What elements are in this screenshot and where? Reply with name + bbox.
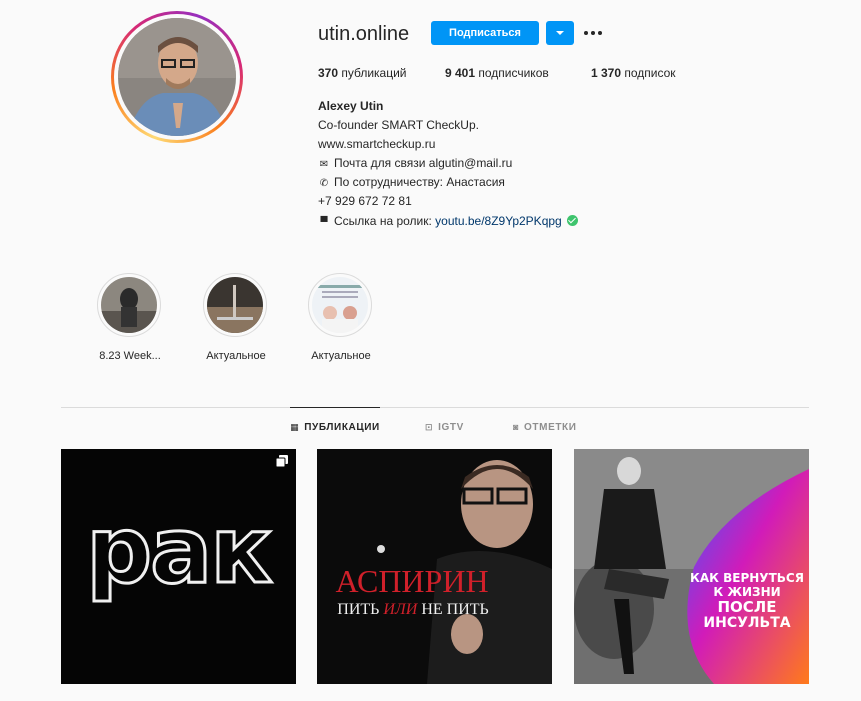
post-caption: КАК ВЕРНУТЬСЯ К ЖИЗНИ ПОСЛЕ ИНСУЛЬТА [690,571,804,631]
bio-name: Alexey Utin [318,99,384,113]
avatar-photo [118,18,236,136]
carousel-icon [276,455,288,467]
highlight-label: Актуальное [311,350,371,362]
check-icon [567,215,579,226]
bio-website: www.smartcheckup.ru [318,137,436,151]
highlight-item[interactable]: 8.23 Week... [97,273,163,362]
post-thumbnail[interactable]: КАК ВЕРНУТЬСЯ К ЖИЗНИ ПОСЛЕ ИНСУЛЬТА [574,449,809,684]
highlight-cover [312,277,368,333]
bio-phone: +7 929 672 72 81 [318,194,412,208]
tv-icon: ▀ [320,217,328,228]
igtv-icon: ⊡ [425,421,434,432]
envelope-icon: ✉ [319,159,329,170]
followers-count: 9 401 [445,66,476,80]
bio-video-line: ▀ Ссылка на ролик: youtu.be/8Z9Yp2PKqpg [318,214,579,228]
tab-posts[interactable]: ▦ ПУБЛИКАЦИИ [290,407,380,447]
more-dots-icon [584,31,588,35]
following-count: 1 370 [591,66,622,80]
posts-label: публикаций [341,66,407,80]
following-label: подписок [624,66,676,80]
suggested-dropdown-button[interactable] [546,21,574,45]
posts-stat: 370 публикаций [318,66,407,80]
chevron-down-icon [556,31,564,35]
profile-avatar-ring[interactable] [111,11,243,143]
post-caption: рак [85,496,274,606]
post-thumbnail[interactable]: рак [61,449,296,684]
following-stat[interactable]: 1 370 подписок [591,66,676,80]
bio-email-line: ✉ Почта для связи algutin@mail.ru [319,156,513,170]
follow-button[interactable]: Подписаться [431,21,539,45]
post-photo [574,449,809,684]
tab-tagged[interactable]: ◙ ОТМЕТКИ [513,407,577,447]
bio-external-link[interactable]: youtu.be/8Z9Yp2PKqpg [435,214,562,228]
phone-icon: ✆ [319,178,329,189]
highlight-item[interactable]: Актуальное [203,273,269,362]
post-thumbnail[interactable]: АСПИРИН ПИТЬ ИЛИ НЕ ПИТЬ [317,449,552,684]
highlight-item[interactable]: Актуальное [308,273,374,362]
tag-icon: ◙ [513,422,520,432]
posts-count: 370 [318,66,339,80]
followers-label: подписчиков [478,66,549,80]
post-title: АСПИРИН [335,563,489,599]
grid-icon: ▦ [290,422,300,432]
avatar [118,18,236,136]
followers-stat[interactable]: 9 401 подписчиков [445,66,549,80]
highlight-cover [101,277,157,333]
more-options-button[interactable] [581,24,605,42]
bio-contact-line: ✆ По сотрудничеству: Анастасия [319,175,505,189]
bio-line: Co-founder SMART CheckUp. [318,118,479,132]
highlight-cover [207,277,263,333]
highlight-label: Актуальное [206,350,266,362]
highlight-label: 8.23 Week... [99,350,161,362]
profile-username: utin.online [318,23,410,45]
tab-igtv[interactable]: ⊡ IGTV [425,407,464,447]
post-subtitle: ПИТЬ ИЛИ НЕ ПИТЬ [337,601,489,618]
